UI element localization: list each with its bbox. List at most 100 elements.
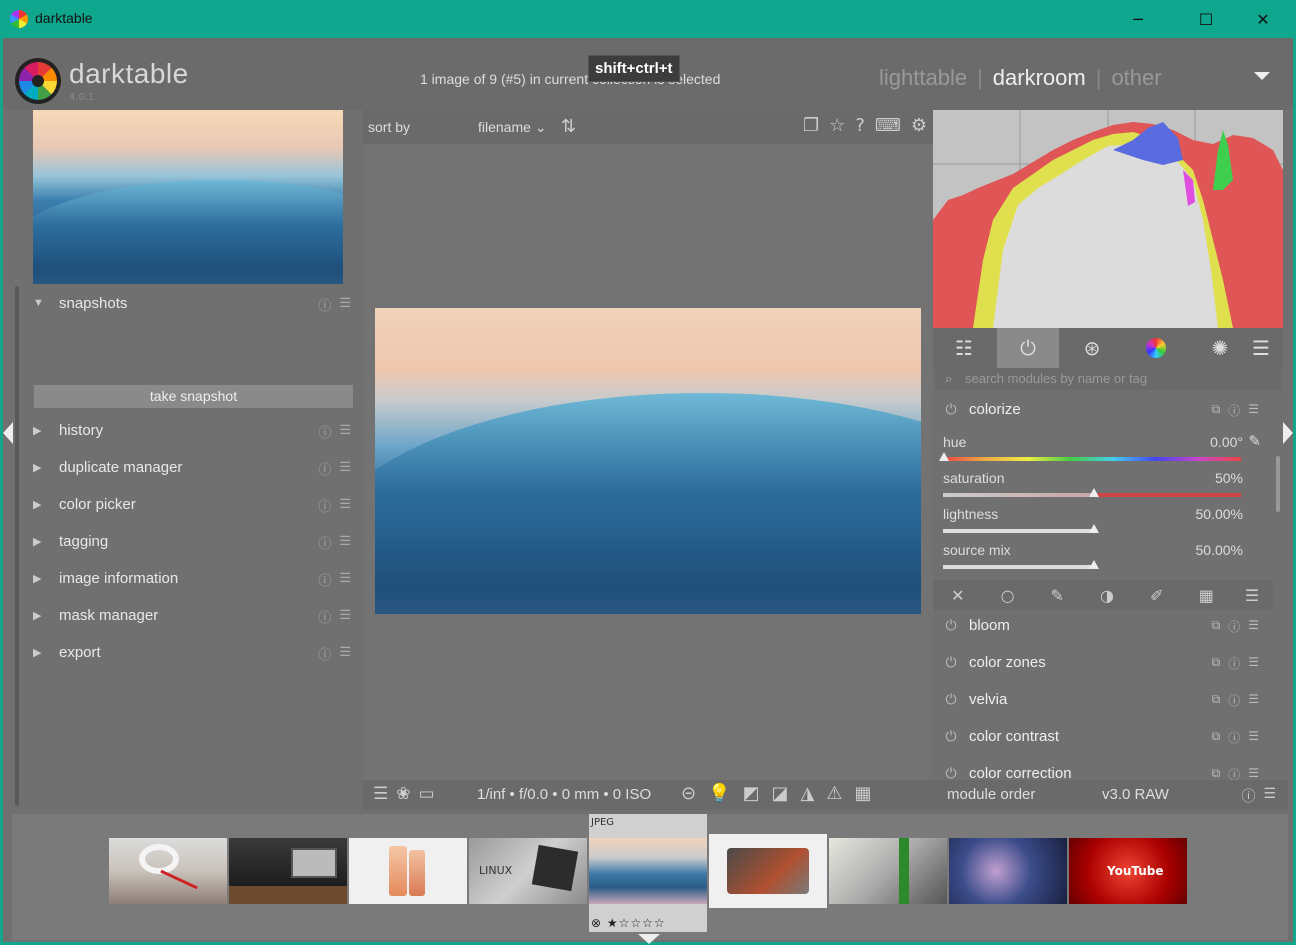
reset-icon[interactable]: ⓘ bbox=[1241, 786, 1255, 806]
reset-icon[interactable]: ⓘ bbox=[1228, 618, 1240, 635]
multi-instance-icon[interactable]: ⧉ bbox=[1212, 766, 1221, 780]
module-order-value[interactable]: v3.0 RAW bbox=[1102, 786, 1169, 803]
preferences-gear-icon[interactable]: ⚙ bbox=[911, 115, 927, 136]
source-mix-slider[interactable] bbox=[943, 565, 1093, 569]
film-thumbnail-desk[interactable] bbox=[229, 838, 347, 904]
film-thumbnail-bokeh[interactable] bbox=[949, 838, 1067, 904]
film-thumbnail-iphone[interactable] bbox=[349, 838, 467, 904]
reset-icon[interactable]: ⓘ bbox=[318, 570, 331, 589]
quick-access-presets-icon[interactable]: ☰ bbox=[373, 784, 388, 804]
tab-quick-access[interactable]: ☷ bbox=[933, 328, 995, 368]
module-color-contrast[interactable]: ⏻ color contrast ⧉ ⓘ ☰ bbox=[933, 721, 1273, 751]
right-panel-scrollbar[interactable] bbox=[1276, 456, 1280, 512]
raw-overexposed-icon[interactable]: ◩ bbox=[743, 783, 760, 804]
presets-icon[interactable]: ☰ bbox=[339, 607, 351, 626]
power-icon[interactable]: ⏻ bbox=[933, 654, 969, 671]
menu-icon[interactable]: ☰ bbox=[1231, 586, 1273, 605]
tab-color[interactable] bbox=[1125, 328, 1187, 368]
guides-icon[interactable]: ▦ bbox=[855, 783, 872, 804]
section-history[interactable]: ▶ history ⓘ ☰ bbox=[33, 415, 355, 445]
reset-icon[interactable]: ⓘ bbox=[318, 644, 331, 663]
power-icon[interactable]: ⏻ bbox=[933, 617, 969, 634]
multi-instance-icon[interactable]: ⧉ bbox=[1212, 692, 1221, 709]
saturation-slider-marker[interactable] bbox=[1089, 488, 1099, 497]
focus-peaking-icon[interactable]: ⊝ bbox=[681, 783, 696, 804]
tab-base[interactable]: ⊛ bbox=[1061, 328, 1123, 368]
power-icon[interactable]: ⏻ bbox=[933, 728, 969, 745]
section-mask-manager[interactable]: ▶ mask manager ⓘ ☰ bbox=[33, 600, 355, 630]
hue-slider-marker[interactable] bbox=[939, 452, 949, 461]
reset-icon[interactable]: ⓘ bbox=[318, 422, 331, 441]
view-darkroom[interactable]: darkroom bbox=[993, 65, 1086, 90]
toggle-left-panel-arrow-icon[interactable] bbox=[3, 422, 13, 444]
presets-icon[interactable]: ☰ bbox=[339, 496, 351, 515]
keyboard-shortcuts-icon[interactable]: ⌨ bbox=[875, 115, 901, 136]
film-thumbnail-harddisk[interactable] bbox=[709, 834, 827, 908]
styles-icon[interactable]: ❀ bbox=[396, 784, 410, 804]
presets-icon[interactable]: ☰ bbox=[1248, 618, 1259, 635]
gamut-check-icon[interactable]: ⚠ bbox=[826, 783, 842, 804]
reset-icon[interactable]: ⓘ bbox=[1228, 692, 1240, 709]
lightness-slider[interactable] bbox=[943, 529, 1093, 533]
power-icon[interactable]: ⏻ bbox=[933, 401, 969, 418]
presets-icon[interactable]: ☰ bbox=[1263, 786, 1276, 806]
section-image-information[interactable]: ▶ image information ⓘ ☰ bbox=[33, 563, 355, 593]
presets-icon[interactable]: ☰ bbox=[1248, 655, 1259, 672]
presets-icon[interactable]: ☰ bbox=[1248, 766, 1259, 780]
grouping-icon[interactable]: ❐ bbox=[803, 115, 819, 136]
tab-active-modules[interactable]: ⏻ bbox=[997, 328, 1059, 368]
presets-icon[interactable]: ☰ bbox=[339, 422, 351, 441]
view-other[interactable]: other bbox=[1111, 65, 1161, 90]
navigation-thumbnail[interactable] bbox=[33, 110, 343, 284]
source-mix-slider-marker[interactable] bbox=[1089, 560, 1099, 569]
section-color-picker[interactable]: ▶ color picker ⓘ ☰ bbox=[33, 489, 355, 519]
color-assessment-icon[interactable]: 💡 bbox=[708, 783, 730, 804]
left-panel-scrollbar[interactable] bbox=[15, 286, 19, 806]
reset-icon[interactable]: ⓘ bbox=[318, 607, 331, 626]
minimize-button[interactable]: ─ bbox=[1115, 4, 1161, 34]
second-window-icon[interactable]: ▭ bbox=[419, 784, 435, 804]
lightness-slider-marker[interactable] bbox=[1089, 524, 1099, 533]
view-menu-triangle-icon[interactable] bbox=[1254, 72, 1270, 80]
color-picker-icon[interactable]: ✎ bbox=[1248, 432, 1261, 450]
film-thumbnail-headphones[interactable] bbox=[109, 838, 227, 904]
sort-order-icon[interactable]: ⇅ bbox=[561, 116, 576, 137]
star-icon[interactable]: ☆ bbox=[829, 115, 845, 136]
reset-icon[interactable]: ⓘ bbox=[318, 533, 331, 552]
center-view[interactable] bbox=[363, 144, 933, 780]
section-tagging[interactable]: ▶ tagging ⓘ ☰ bbox=[33, 526, 355, 556]
toggle-right-panel-arrow-icon[interactable] bbox=[1283, 422, 1293, 444]
section-snapshots[interactable]: ▼ snapshots ⓘ ☰ bbox=[33, 288, 355, 318]
take-snapshot-button[interactable]: take snapshot bbox=[34, 385, 353, 408]
reset-icon[interactable]: ⓘ bbox=[1228, 766, 1240, 780]
main-image-preview[interactable] bbox=[375, 308, 921, 614]
section-export[interactable]: ▶ export ⓘ ☰ bbox=[33, 637, 355, 667]
presets-icon[interactable]: ☰ bbox=[339, 570, 351, 589]
module-color-zones[interactable]: ⏻ color zones ⧉ ⓘ ☰ bbox=[933, 647, 1273, 677]
reset-icon[interactable]: ⓘ bbox=[318, 496, 331, 515]
reset-icon[interactable]: ⓘ bbox=[1228, 729, 1240, 746]
presets-icon[interactable]: ☰ bbox=[339, 459, 351, 478]
parametric-mask-icon[interactable]: ◑ bbox=[1082, 586, 1132, 605]
presets-icon[interactable]: ☰ bbox=[1248, 692, 1259, 709]
close-button[interactable]: ✕ bbox=[1240, 4, 1286, 34]
no-mask-icon[interactable]: ✕ bbox=[933, 586, 983, 605]
film-thumbnail-wave-selected[interactable]: JPEG ⊗ ★☆☆☆☆ bbox=[589, 814, 707, 932]
presets-icon[interactable]: ☰ bbox=[339, 644, 351, 663]
maximize-button[interactable]: ☐ bbox=[1183, 4, 1229, 34]
softproof-icon[interactable]: ◮ bbox=[801, 783, 815, 804]
presets-icon[interactable]: ☰ bbox=[339, 533, 351, 552]
multi-instance-icon[interactable]: ⧉ bbox=[1212, 402, 1221, 419]
presets-icon[interactable]: ☰ bbox=[1248, 729, 1259, 746]
toggle-filmstrip-arrow-icon[interactable] bbox=[638, 934, 660, 944]
film-thumbnail-youtube[interactable]: YouTube bbox=[1069, 838, 1187, 904]
reset-icon[interactable]: ⓘ bbox=[318, 295, 331, 314]
help-icon[interactable]: ? bbox=[855, 115, 865, 136]
drawn-mask-icon[interactable]: ✎ bbox=[1032, 586, 1082, 605]
film-thumbnail-linux[interactable]: LINUX bbox=[469, 838, 587, 904]
presets-icon[interactable]: ☰ bbox=[339, 295, 351, 314]
module-bloom[interactable]: ⏻ bloom ⧉ ⓘ ☰ bbox=[933, 610, 1273, 640]
clipping-indicator-icon[interactable]: ◪ bbox=[772, 783, 789, 804]
reset-icon[interactable]: ⓘ bbox=[1228, 655, 1240, 672]
multi-instance-icon[interactable]: ⧉ bbox=[1212, 655, 1221, 672]
